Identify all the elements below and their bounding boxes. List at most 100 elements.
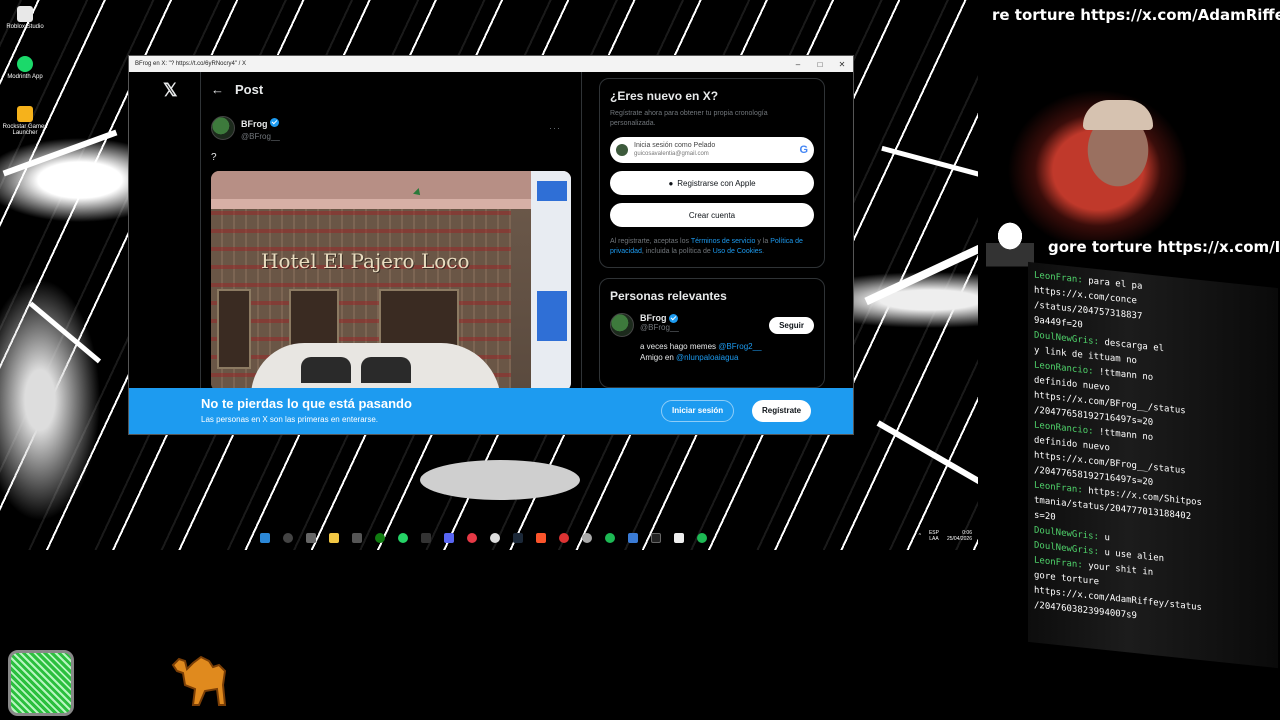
taskbar: ^ ESP LAA 0:06 25/04/2026 (260, 528, 978, 548)
legal-text-part: y la (755, 238, 771, 245)
follow-button[interactable]: Seguir (769, 317, 814, 334)
apple-icon: ● (668, 178, 674, 188)
chat-message: u (1104, 532, 1110, 544)
author-avatar[interactable] (211, 115, 235, 140)
system-tray: ^ ESP LAA 0:06 25/04/2026 (919, 530, 972, 542)
x-logo-icon[interactable]: 𝕏 (163, 80, 178, 101)
window-titlebar[interactable]: BFrog en X: "? https://t.co/6yRNocry4" /… (129, 56, 853, 72)
discord-icon[interactable] (444, 533, 454, 543)
desktop-icon-roblox-studio[interactable]: Roblox Studio (0, 6, 50, 30)
marquee-top: re torture https://x.com/AdamRiffey (992, 6, 1280, 24)
more-options-icon[interactable]: ··· (549, 123, 561, 133)
cap (1083, 100, 1153, 130)
whatsapp-icon[interactable] (398, 533, 408, 543)
desktop-icon-rockstar[interactable]: Rockstar Games Launcher (0, 106, 50, 136)
banner-subtitle: Las personas en X son las primeras en en… (201, 415, 378, 424)
legal-text-part: . (762, 248, 765, 255)
app-icon[interactable] (582, 533, 592, 543)
relevant-person[interactable]: BFrog @BFrog__ Seguir (610, 313, 814, 337)
file-explorer-icon[interactable] (329, 533, 339, 543)
relevant-handle: @BFrog__ (640, 323, 679, 333)
back-arrow-icon[interactable]: ← (211, 82, 235, 97)
chrome-icon[interactable] (490, 533, 500, 543)
create-account-label: Crear cuenta (688, 210, 736, 220)
app-icon[interactable] (421, 533, 431, 543)
desktop-icon-label: Modrinth App (7, 74, 43, 80)
google-signin-label: Inicia sesión como Pelado (634, 142, 716, 149)
signup-card: ¿Eres nuevo en X? Regístrate ahora para … (599, 78, 825, 268)
google-account-avatar (616, 144, 628, 156)
marquee-mid: gore torture https://x.com/I (1048, 238, 1280, 256)
keyboard-layout: LAA (929, 536, 939, 542)
app-icon[interactable] (674, 533, 684, 543)
signup-button[interactable]: Regístrate (752, 400, 812, 422)
apple-signup-label: Registrarse con Apple (677, 178, 756, 188)
relevant-people-card: Personas relevantes BFrog @BFrog__ Segui… (599, 278, 825, 388)
post-image[interactable]: Hotel El Pajero Loco (211, 171, 571, 391)
roblox-studio-icon (17, 6, 33, 22)
spotify-icon[interactable] (697, 533, 707, 543)
verified-badge-icon (269, 118, 279, 128)
app-icon[interactable] (467, 533, 477, 543)
recycle-bin-icon[interactable] (8, 650, 74, 716)
bio-text: a veces hago memes (640, 342, 719, 351)
google-signin-button[interactable]: Inicia sesión como Pelado guicosavalenti… (610, 137, 814, 163)
hotel-sign: Hotel El Pajero Loco (261, 249, 470, 273)
anime-character-sticker (986, 200, 1034, 278)
relevant-avatar[interactable] (610, 313, 634, 337)
clock[interactable]: 0:06 25/04/2026 (947, 530, 972, 542)
relevant-people-title: Personas relevantes (610, 289, 727, 303)
chevron-up-icon[interactable]: ^ (919, 533, 921, 539)
post-author: BFrog @BFrog__ ··· (211, 114, 571, 141)
maximize-button[interactable]: □ (809, 60, 831, 69)
app-icon[interactable] (559, 533, 569, 543)
rockstar-icon (17, 106, 33, 122)
windows-start-icon[interactable] (260, 533, 270, 543)
cookies-link[interactable]: Uso de Cookies (713, 248, 762, 255)
signup-banner: No te pierdas lo que está pasando Las pe… (129, 388, 853, 434)
author-name[interactable]: BFrog (241, 119, 268, 129)
create-account-button[interactable]: Crear cuenta (610, 203, 814, 227)
modrinth-icon (17, 56, 33, 72)
app-icon[interactable] (628, 533, 638, 543)
login-button[interactable]: Iniciar sesión (661, 400, 735, 422)
desktop-icon-label: Roblox Studio (6, 24, 44, 30)
bio-text: Amigo en (640, 353, 677, 362)
chat-overlay: LeonFran: para el pa https://x.com/conce /… (1028, 261, 1278, 669)
app-icon[interactable] (352, 533, 362, 543)
author-handle[interactable]: @BFrog__ (241, 132, 280, 141)
search-icon[interactable] (283, 533, 293, 543)
signup-title: ¿Eres nuevo en X? (610, 89, 719, 103)
steam-icon[interactable] (513, 533, 523, 543)
relevant-name[interactable]: BFrog (640, 313, 667, 323)
desktop-icon-modrinth[interactable]: Modrinth App (0, 56, 50, 80)
legal-text-part: , incluida la política de (641, 248, 713, 255)
desktop-icon-label: Rockstar Games Launcher (2, 124, 48, 136)
bio-mention-link[interactable]: @BFrog2__ (718, 342, 761, 351)
task-view-icon[interactable] (306, 533, 316, 543)
verified-badge-icon (668, 314, 678, 324)
post-column: ← Post BFrog @BFrog__ ··· ? Hotel El Paj… (201, 72, 582, 434)
spotify-icon[interactable] (605, 533, 615, 543)
close-button[interactable]: ✕ (831, 60, 853, 69)
signup-description: Regístrate ahora para obtener tu propia … (610, 110, 768, 127)
terms-link[interactable]: Términos de servicio (691, 238, 756, 245)
legal-text-part: Al registrarte, aceptas los (610, 238, 691, 245)
xbox-icon[interactable] (375, 533, 385, 543)
clock-date: 25/04/2026 (946, 536, 972, 542)
post-header: ← Post (201, 72, 581, 106)
google-icon: G (799, 144, 808, 156)
page-title: Post (235, 81, 264, 97)
window-title: BFrog en X: "? https://t.co/6yRNocry4" /… (135, 61, 246, 67)
post-text: ? (211, 152, 217, 163)
language-indicator[interactable]: ESP LAA (929, 530, 939, 542)
minimize-button[interactable]: – (787, 60, 809, 69)
bio-mention-link[interactable]: @nlunpaloaiagua (676, 353, 738, 362)
x-app: 𝕏 ← Post BFrog @BFrog__ ··· ? Hotel El P… (129, 72, 853, 434)
apple-signup-button[interactable]: ● Registrarse con Apple (610, 171, 814, 195)
terminal-icon[interactable] (651, 533, 661, 543)
camel-icon (171, 655, 227, 706)
brave-icon[interactable] (536, 533, 546, 543)
right-sidebar: ¿Eres nuevo en X? Regístrate ahora para … (599, 78, 825, 398)
browser-window: BFrog en X: "? https://t.co/6yRNocry4" /… (128, 55, 854, 435)
